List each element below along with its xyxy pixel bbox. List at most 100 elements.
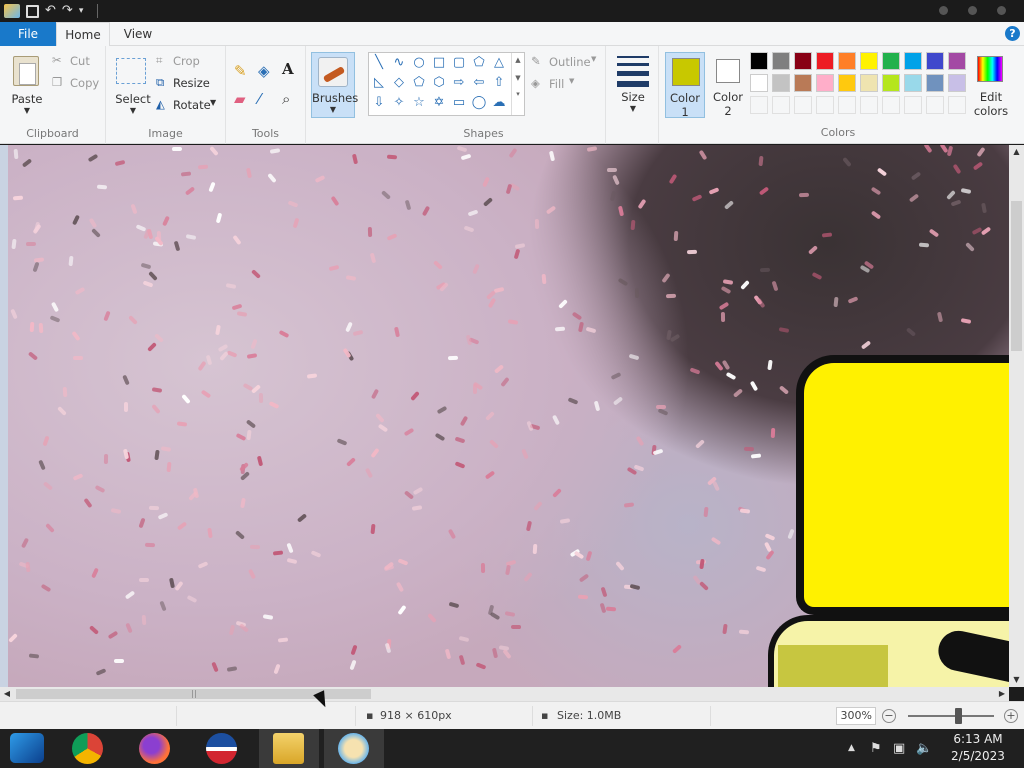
taskbar-file-explorer[interactable] xyxy=(259,729,319,768)
network-icon[interactable]: ▣ xyxy=(893,729,905,768)
drawing-canvas[interactable] xyxy=(8,145,1009,687)
palette-swatch[interactable] xyxy=(816,52,834,70)
custom-color-slot[interactable] xyxy=(772,96,790,114)
custom-color-slot[interactable] xyxy=(882,96,900,114)
palette-swatch[interactable] xyxy=(860,52,878,70)
palette-swatch[interactable] xyxy=(816,74,834,92)
outline-button[interactable]: ✎ Outline ▼ xyxy=(531,54,601,72)
edit-colors-button[interactable]: Edit colors xyxy=(970,52,1012,120)
show-hidden-icons[interactable]: ▲ xyxy=(848,729,855,768)
copy-button[interactable]: ❐ Copy xyxy=(52,75,102,93)
line-shape-icon[interactable]: ╲ xyxy=(370,54,388,72)
brushes-button[interactable]: Brushes ▼ xyxy=(311,52,358,118)
six-point-star-shape-icon[interactable]: ✡ xyxy=(430,94,448,112)
zoom-in-button[interactable]: + xyxy=(1004,709,1018,723)
custom-color-slot[interactable] xyxy=(794,96,812,114)
down-arrow-shape-icon[interactable]: ⇩ xyxy=(370,94,388,112)
left-arrow-shape-icon[interactable]: ⇦ xyxy=(470,74,488,92)
palette-swatch[interactable] xyxy=(904,74,922,92)
shapes-scroll-up-icon[interactable]: ▲ xyxy=(512,56,524,64)
volume-icon[interactable]: 🔈 xyxy=(916,729,932,768)
taskbar-firefox[interactable] xyxy=(125,729,185,768)
custom-color-slot[interactable] xyxy=(838,96,856,114)
palette-swatch[interactable] xyxy=(750,52,768,70)
zoom-slider-track[interactable] xyxy=(908,715,994,717)
right-triangle-shape-icon[interactable]: ◺ xyxy=(370,74,388,92)
custom-color-slot[interactable] xyxy=(750,96,768,114)
paste-button[interactable]: Paste ▼ xyxy=(4,48,50,118)
horizontal-scrollbar[interactable]: ◀ ▶ xyxy=(0,687,1009,701)
tab-home[interactable]: Home xyxy=(56,22,110,47)
cloud-callout-shape-icon[interactable]: ☁ xyxy=(490,94,508,112)
palette-swatch[interactable] xyxy=(882,74,900,92)
triangle-shape-icon[interactable]: △ xyxy=(490,54,508,72)
custom-color-slot[interactable] xyxy=(904,96,922,114)
custom-color-slot[interactable] xyxy=(860,96,878,114)
pencil-icon[interactable]: ✎ xyxy=(234,62,247,80)
diamond-shape-icon[interactable]: ◇ xyxy=(390,74,408,92)
taskbar-chrome[interactable] xyxy=(58,729,118,768)
redo-icon[interactable]: ↷ xyxy=(62,4,73,18)
zoom-out-button[interactable]: − xyxy=(882,709,896,723)
shapes-scroll[interactable]: ▲ ▼ ▾ xyxy=(511,53,524,115)
vertical-scroll-thumb[interactable] xyxy=(1011,201,1022,351)
oval-callout-shape-icon[interactable]: ◯ xyxy=(470,94,488,112)
crop-button[interactable]: ⌗ Crop xyxy=(156,53,216,71)
palette-swatch[interactable] xyxy=(926,74,944,92)
rectangle-shape-icon[interactable]: □ xyxy=(430,54,448,72)
pentagon-shape-icon[interactable]: ⬠ xyxy=(410,74,428,92)
fill-button[interactable]: ◈ Fill ▼ xyxy=(531,76,591,94)
palette-swatch[interactable] xyxy=(948,52,966,70)
shapes-more-icon[interactable]: ▾ xyxy=(512,90,524,98)
palette-swatch[interactable] xyxy=(882,52,900,70)
rounded-rectangle-shape-icon[interactable]: ▢ xyxy=(450,54,468,72)
eraser-icon[interactable]: ▰ xyxy=(234,90,246,108)
resize-button[interactable]: ⧉ Resize xyxy=(156,75,216,93)
palette-swatch[interactable] xyxy=(772,52,790,70)
maximize-button[interactable] xyxy=(968,6,977,15)
tab-file[interactable]: File xyxy=(0,22,56,46)
custom-color-slot[interactable] xyxy=(948,96,966,114)
fill-bucket-icon[interactable]: ◈ xyxy=(258,62,270,80)
help-icon[interactable]: ? xyxy=(1005,26,1020,41)
magnifier-icon[interactable]: ⌕ xyxy=(282,90,290,108)
four-point-star-shape-icon[interactable]: ✧ xyxy=(390,94,408,112)
customize-qat-icon[interactable]: ▾ xyxy=(79,4,84,18)
text-tool-icon[interactable]: A xyxy=(282,60,294,78)
minimize-button[interactable] xyxy=(939,6,948,15)
scroll-right-icon[interactable]: ▶ xyxy=(995,687,1009,701)
palette-swatch[interactable] xyxy=(838,52,856,70)
rotate-button[interactable]: ◭ Rotate ▼ xyxy=(156,97,222,115)
save-icon[interactable] xyxy=(26,4,39,18)
curve-shape-icon[interactable]: ∿ xyxy=(390,54,408,72)
polygon-shape-icon[interactable]: ⬠ xyxy=(470,54,488,72)
palette-swatch[interactable] xyxy=(838,74,856,92)
custom-color-slot[interactable] xyxy=(926,96,944,114)
up-arrow-shape-icon[interactable]: ⇧ xyxy=(490,74,508,92)
palette-swatch[interactable] xyxy=(904,52,922,70)
palette-swatch[interactable] xyxy=(948,74,966,92)
taskbar-obama-app[interactable] xyxy=(192,729,252,768)
palette-swatch[interactable] xyxy=(750,74,768,92)
undo-icon[interactable]: ↶ xyxy=(45,4,56,18)
select-button[interactable]: Select ▼ xyxy=(110,48,156,118)
zoom-slider-thumb[interactable] xyxy=(955,708,962,724)
custom-color-slot[interactable] xyxy=(816,96,834,114)
taskbar-media-player[interactable] xyxy=(0,729,60,768)
size-button[interactable]: Size ▼ xyxy=(612,50,654,118)
vertical-scrollbar[interactable]: ▲ ▼ xyxy=(1009,145,1024,687)
right-arrow-shape-icon[interactable]: ⇨ xyxy=(450,74,468,92)
hexagon-shape-icon[interactable]: ⬡ xyxy=(430,74,448,92)
oval-shape-icon[interactable]: ○ xyxy=(410,54,428,72)
five-point-star-shape-icon[interactable]: ☆ xyxy=(410,94,428,112)
palette-swatch[interactable] xyxy=(794,74,812,92)
action-center-flag-icon[interactable]: ⚑ xyxy=(870,729,882,768)
paint-app-icon[interactable] xyxy=(4,4,20,18)
palette-swatch[interactable] xyxy=(926,52,944,70)
taskbar-clock[interactable]: 6:13 AM 2/5/2023 xyxy=(938,731,1018,765)
scroll-left-icon[interactable]: ◀ xyxy=(0,687,14,701)
palette-swatch[interactable] xyxy=(860,74,878,92)
palette-swatch[interactable] xyxy=(772,74,790,92)
color2-button[interactable]: Color 2 xyxy=(708,52,748,118)
color-picker-icon[interactable]: ⁄ xyxy=(258,90,261,108)
